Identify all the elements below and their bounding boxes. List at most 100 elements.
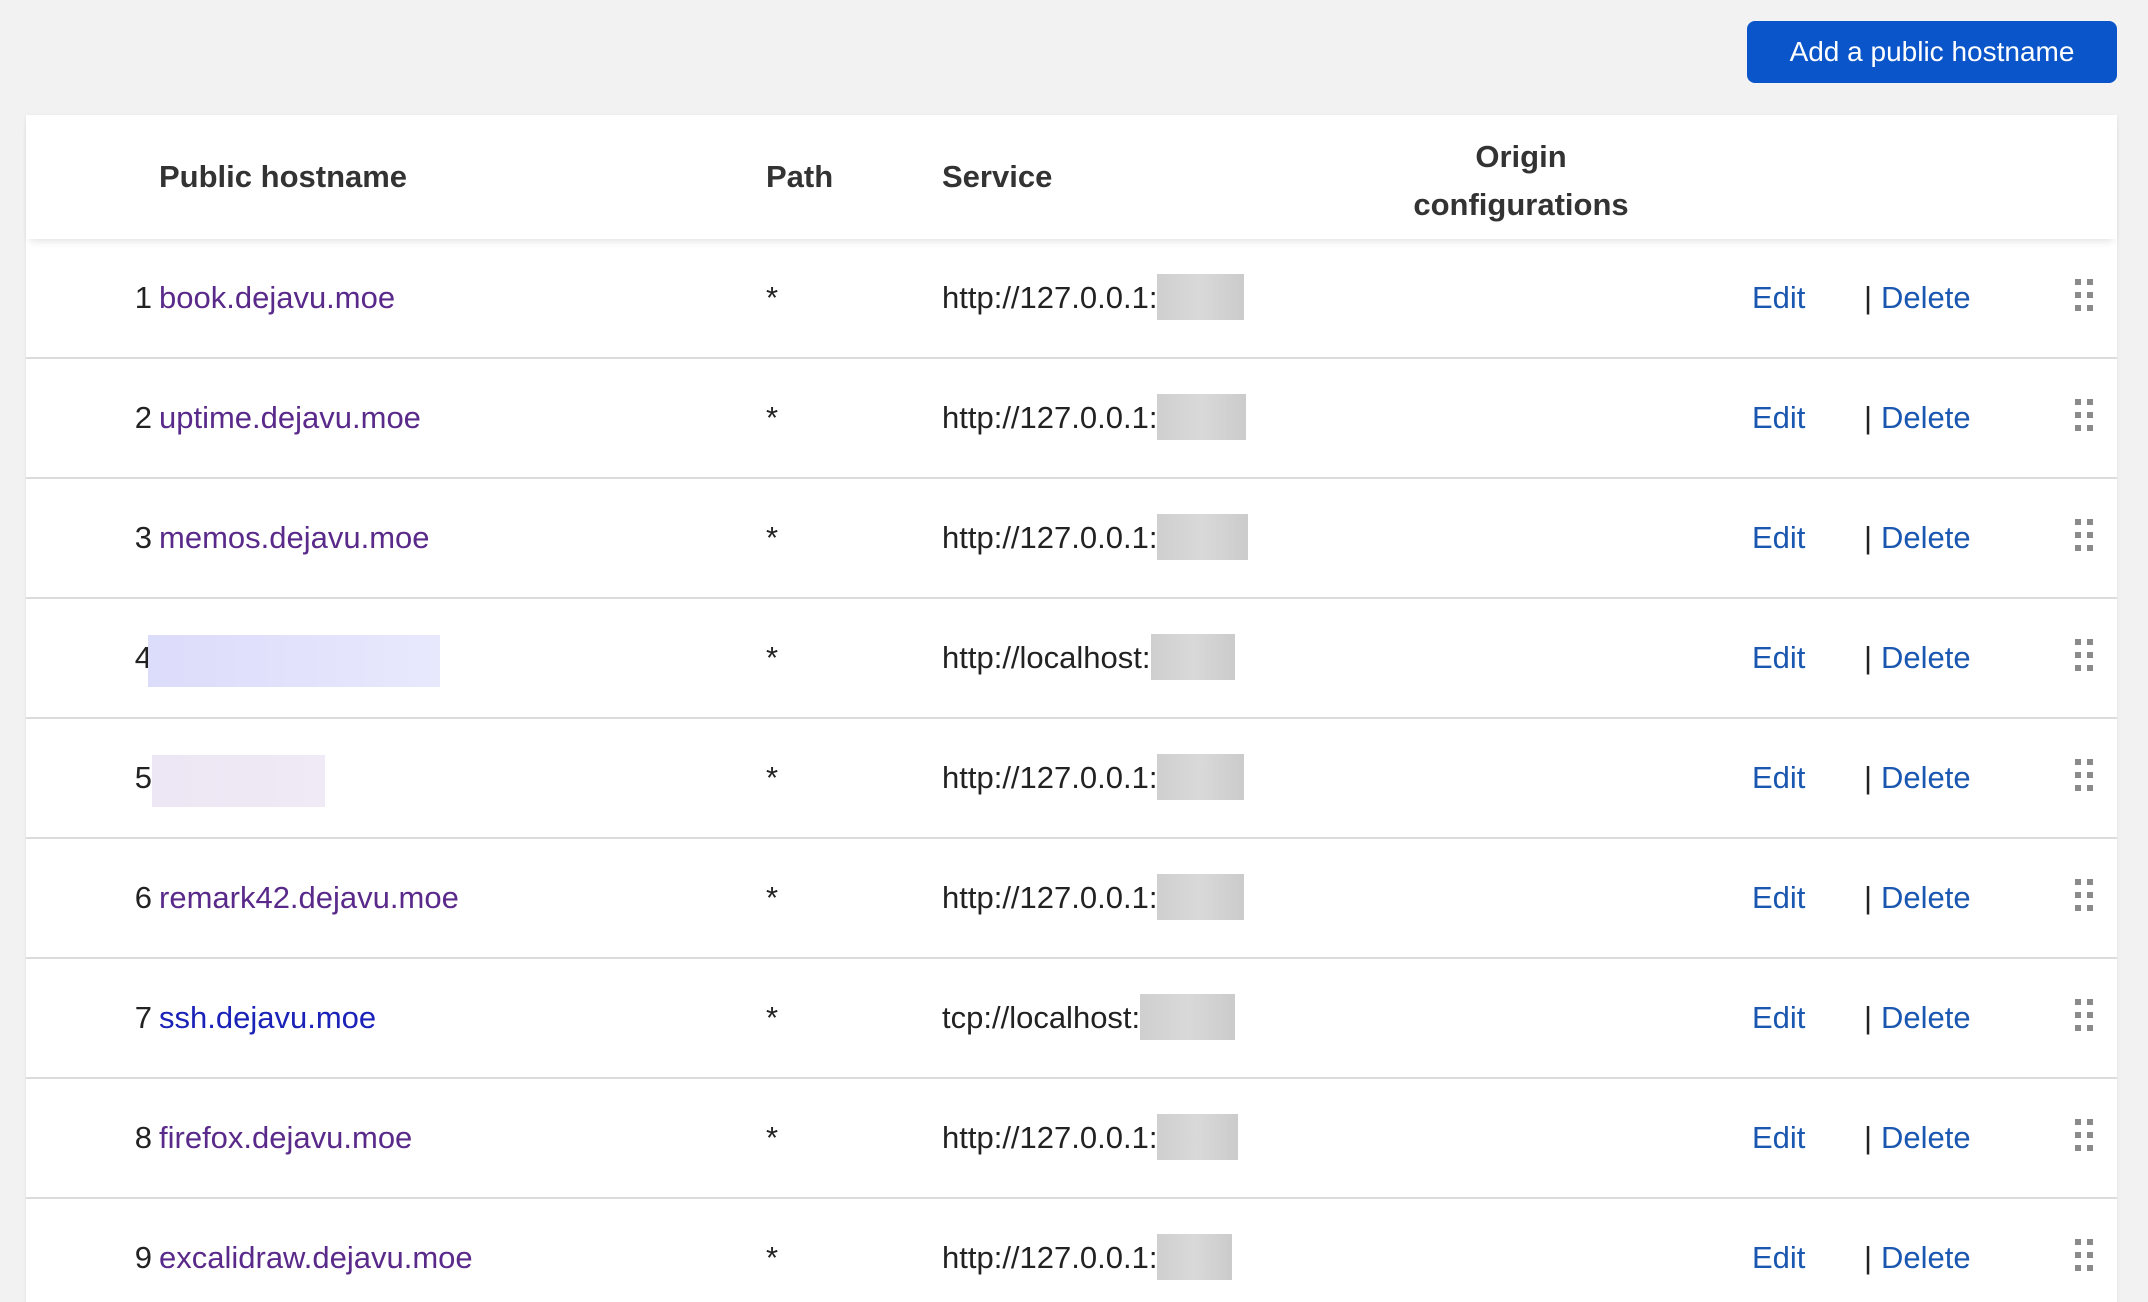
row-number: 3 — [134, 520, 152, 555]
service-value: http://127.0.0.1: — [942, 1199, 1233, 1302]
path-value: * — [766, 760, 779, 795]
table-row: 1 book.dejavu.moe * http://127.0.0.1: Ed… — [26, 239, 2117, 359]
drag-handle-icon — [2075, 399, 2093, 431]
service-text: http://127.0.0.1: — [942, 400, 1158, 435]
action-separator: | — [1864, 520, 1873, 555]
drag-handle[interactable] — [2072, 1199, 2102, 1302]
delete-link[interactable]: Delete — [1881, 839, 1971, 957]
redacted-port — [1157, 513, 1249, 560]
service-value: http://127.0.0.1: — [942, 719, 1245, 837]
row-number: 2 — [134, 400, 152, 435]
tunnel-public-hostnames-page: Add a public hostname Public hostname Pa… — [0, 0, 2148, 1302]
edit-link[interactable]: Edit — [1752, 599, 1805, 717]
service-text: http://127.0.0.1: — [942, 1240, 1158, 1275]
row-number: 8 — [134, 1120, 152, 1155]
service-text: http://localhost: — [942, 640, 1151, 675]
path-value: * — [766, 1240, 779, 1275]
action-separator: | — [1864, 880, 1873, 915]
hostname-link[interactable]: excalidraw.dejavu.moe — [159, 1199, 473, 1302]
delete-link[interactable]: Delete — [1881, 1199, 1971, 1302]
drag-handle[interactable] — [2072, 719, 2102, 837]
drag-handle[interactable] — [2072, 479, 2102, 597]
edit-link[interactable]: Edit — [1752, 1079, 1805, 1197]
table-row: 9 excalidraw.dejavu.moe * http://127.0.0… — [26, 1199, 2117, 1302]
drag-handle-icon — [2075, 519, 2093, 551]
header-origin-line1: Origin — [1475, 139, 1567, 174]
hostname-link[interactable]: remark42.dejavu.moe — [159, 839, 459, 957]
drag-handle[interactable] — [2072, 239, 2102, 357]
header-path: Path — [766, 159, 834, 194]
drag-handle[interactable] — [2072, 1079, 2102, 1197]
service-value: http://127.0.0.1: — [942, 1079, 1239, 1197]
delete-link[interactable]: Delete — [1881, 599, 1971, 717]
service-text: http://127.0.0.1: — [942, 880, 1158, 915]
edit-link[interactable]: Edit — [1752, 359, 1805, 477]
drag-handle[interactable] — [2072, 359, 2102, 477]
service-text: http://127.0.0.1: — [942, 1120, 1158, 1155]
drag-handle[interactable] — [2072, 599, 2102, 717]
add-public-hostname-button[interactable]: Add a public hostname — [1747, 21, 2117, 83]
delete-link[interactable]: Delete — [1881, 239, 1971, 357]
edit-link[interactable]: Edit — [1752, 1199, 1805, 1302]
header-service: Service — [942, 159, 1053, 194]
service-value: http://127.0.0.1: — [942, 239, 1245, 357]
header-public-hostname: Public hostname — [159, 159, 408, 194]
drag-handle[interactable] — [2072, 839, 2102, 957]
path-value: * — [766, 400, 779, 435]
public-hostnames-table: Public hostname Path Service Origin conf… — [26, 115, 2117, 1302]
edit-link[interactable]: Edit — [1752, 719, 1805, 837]
action-separator: | — [1864, 1120, 1873, 1155]
service-text: http://127.0.0.1: — [942, 520, 1158, 555]
table-row: 4 * http://localhost: Edit | Delete — [26, 599, 2117, 719]
row-number: 9 — [134, 1240, 152, 1275]
path-value: * — [766, 640, 779, 675]
delete-link[interactable]: Delete — [1881, 479, 1971, 597]
service-value: http://localhost: — [942, 599, 1235, 717]
table-row: 2 uptime.dejavu.moe * http://127.0.0.1: … — [26, 359, 2117, 479]
service-text: tcp://localhost: — [942, 1000, 1141, 1035]
edit-link[interactable]: Edit — [1752, 959, 1805, 1077]
hostname-link[interactable]: ssh.dejavu.moe — [159, 959, 376, 1077]
redacted-port — [1150, 633, 1235, 680]
edit-link[interactable]: Edit — [1752, 479, 1805, 597]
table-body: 1 book.dejavu.moe * http://127.0.0.1: Ed… — [26, 239, 2117, 1302]
edit-link[interactable]: Edit — [1752, 839, 1805, 957]
hostname-link[interactable]: book.dejavu.moe — [159, 239, 395, 357]
redacted-hostname[interactable] — [152, 755, 325, 807]
hostname-link[interactable]: firefox.dejavu.moe — [159, 1079, 412, 1197]
hostname-link[interactable]: uptime.dejavu.moe — [159, 359, 421, 477]
action-separator: | — [1864, 640, 1873, 675]
table-row: 6 remark42.dejavu.moe * http://127.0.0.1… — [26, 839, 2117, 959]
drag-handle[interactable] — [2072, 959, 2102, 1077]
edit-link[interactable]: Edit — [1752, 239, 1805, 357]
path-value: * — [766, 520, 779, 555]
delete-link[interactable]: Delete — [1881, 1079, 1971, 1197]
redacted-hostname[interactable] — [148, 635, 440, 687]
redacted-port — [1157, 873, 1245, 920]
table-row: 8 firefox.dejavu.moe * http://127.0.0.1:… — [26, 1079, 2117, 1199]
redacted-port — [1157, 273, 1245, 320]
redacted-port — [1157, 1233, 1233, 1280]
row-number: 4 — [134, 640, 152, 675]
header-origin-configurations: Origin configurations — [1361, 133, 1681, 229]
delete-link[interactable]: Delete — [1881, 359, 1971, 477]
path-value: * — [766, 1120, 779, 1155]
redacted-port — [1157, 753, 1245, 800]
drag-handle-icon — [2075, 999, 2093, 1031]
drag-handle-icon — [2075, 1239, 2093, 1271]
drag-handle-icon — [2075, 639, 2093, 671]
table-row: 3 memos.dejavu.moe * http://127.0.0.1: E… — [26, 479, 2117, 599]
service-value: tcp://localhost: — [942, 959, 1236, 1077]
action-separator: | — [1864, 280, 1873, 315]
service-value: http://127.0.0.1: — [942, 479, 1249, 597]
drag-handle-icon — [2075, 1119, 2093, 1151]
drag-handle-icon — [2075, 759, 2093, 791]
table-row: 7 ssh.dejavu.moe * tcp://localhost: Edit… — [26, 959, 2117, 1079]
table-header: Public hostname Path Service Origin conf… — [26, 115, 2117, 239]
row-number: 7 — [134, 1000, 152, 1035]
header-origin-line2: configurations — [1413, 187, 1629, 222]
delete-link[interactable]: Delete — [1881, 959, 1971, 1077]
action-separator: | — [1864, 1000, 1873, 1035]
hostname-link[interactable]: memos.dejavu.moe — [159, 479, 430, 597]
delete-link[interactable]: Delete — [1881, 719, 1971, 837]
